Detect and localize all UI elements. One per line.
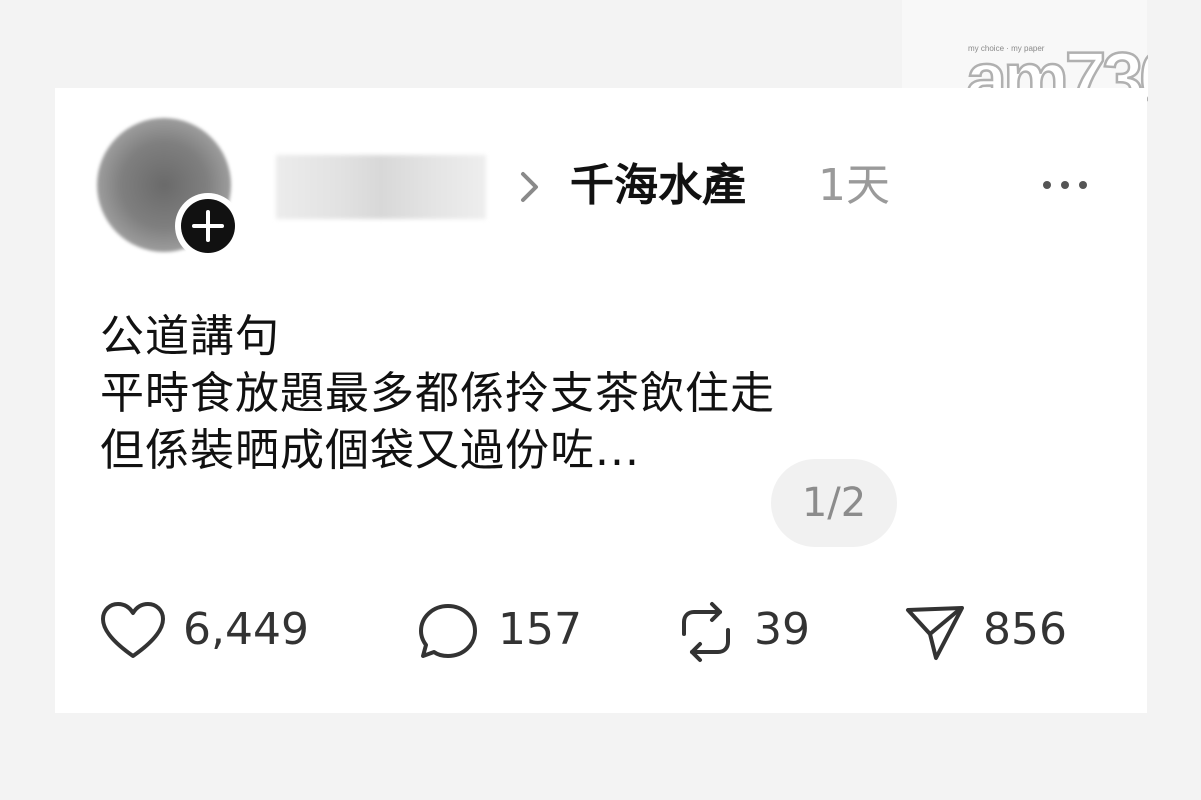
- plus-icon: [192, 210, 224, 242]
- post-time: 1天: [818, 160, 890, 211]
- post-line: 公道講句: [100, 311, 280, 362]
- follow-button[interactable]: [175, 193, 241, 259]
- comment-count: 157: [498, 604, 582, 655]
- like-count: 6,449: [183, 604, 309, 655]
- share-count: 856: [983, 604, 1067, 655]
- chevron-right-icon: [521, 172, 538, 202]
- post-body[interactable]: 公道講句 平時食放題最多都係拎支茶飲住走 但係裝晒成個袋又過份咗...: [100, 308, 775, 479]
- more-options-icon[interactable]: [1040, 175, 1090, 195]
- author-name[interactable]: [276, 155, 486, 219]
- comment-button[interactable]: 157: [417, 600, 587, 664]
- send-icon: [906, 606, 964, 660]
- heart-icon: [101, 602, 165, 658]
- community-link[interactable]: 千海水產: [570, 158, 746, 214]
- repost-button[interactable]: 39: [674, 600, 814, 664]
- watermark-tagline: my choice · my paper: [968, 44, 1045, 53]
- post-line: 平時食放題最多都係拎支茶飲住走: [100, 368, 775, 419]
- comment-bubble-icon: [419, 604, 477, 658]
- repost-count: 39: [754, 604, 810, 655]
- post-line: 但係裝晒成個袋又過份咗...: [100, 425, 640, 476]
- share-button[interactable]: 856: [904, 600, 1084, 664]
- page-indicator[interactable]: 1/2: [771, 459, 897, 547]
- like-button[interactable]: 6,449: [100, 600, 310, 664]
- repost-icon: [682, 602, 730, 662]
